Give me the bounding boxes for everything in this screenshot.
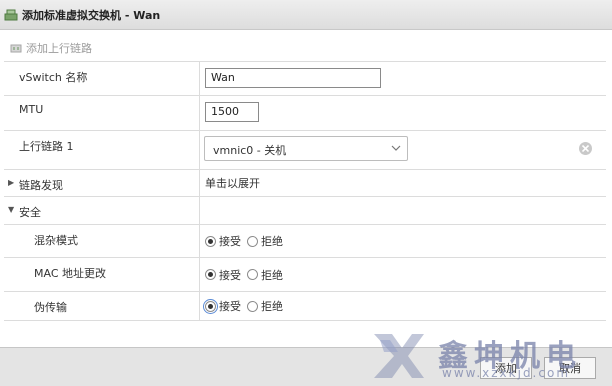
- row-label-cell: vSwitch 名称: [4, 62, 200, 95]
- radio-label: 接受: [219, 300, 241, 313]
- row-link-discovery[interactable]: ▶ 链路发现 单击以展开: [4, 170, 606, 197]
- row-value-cell: Wan: [200, 62, 606, 95]
- row-forged-transmits: 伪传输 接受 拒绝: [4, 292, 606, 321]
- row-label-cell: ▼ 安全: [4, 197, 200, 224]
- add-button[interactable]: 添加: [480, 357, 532, 379]
- radio-unchecked-icon[interactable]: [247, 235, 258, 247]
- radio-label: 拒绝: [261, 268, 283, 282]
- caret-down-icon[interactable]: ▼: [8, 205, 14, 214]
- row-mac-address-changes: MAC 地址更改 接受 拒绝: [4, 258, 606, 292]
- radio-label: 接受: [219, 235, 241, 248]
- vswitch-name-input[interactable]: Wan: [205, 68, 381, 88]
- uplink-1-select[interactable]: vmnic0 - 关机: [204, 136, 408, 161]
- row-value-cell: 接受 拒绝: [200, 292, 606, 320]
- row-value-cell: 单击以展开: [200, 170, 606, 196]
- cancel-button[interactable]: 取消: [544, 357, 596, 379]
- mac-changes-radio-group: 接受 拒绝: [205, 258, 289, 291]
- row-uplink-1: 上行链路 1 vmnic0 - 关机: [4, 131, 606, 170]
- radio-checked-icon[interactable]: [205, 269, 216, 280]
- promiscuous-mode-label: 混杂模式: [34, 234, 78, 247]
- uplink-1-selected-value: vmnic0 - 关机: [213, 144, 287, 157]
- add-uplink-button[interactable]: 添加上行链路: [0, 38, 92, 58]
- vswitch-name-label: vSwitch 名称: [19, 71, 88, 84]
- row-promiscuous-mode: 混杂模式 接受 拒绝: [4, 225, 606, 258]
- remove-uplink-button[interactable]: [579, 142, 592, 155]
- dialog-titlebar: 添加标准虚拟交换机 - Wan: [0, 0, 612, 30]
- radio-label: 拒绝: [261, 300, 283, 313]
- row-security[interactable]: ▼ 安全: [4, 197, 606, 225]
- row-value-cell: 1500: [200, 96, 606, 130]
- radio-checked-icon[interactable]: [205, 235, 216, 247]
- row-label-cell: 伪传输: [4, 292, 200, 320]
- network-adapter-icon: [10, 42, 22, 54]
- forged-transmits-radio-group: 接受 拒绝: [203, 292, 289, 320]
- mac-changes-reject-radio[interactable]: 拒绝: [247, 267, 283, 283]
- promiscuous-mode-radio-group: 接受 拒绝: [205, 225, 289, 257]
- radio-checked-icon[interactable]: [203, 298, 218, 314]
- radio-label: 接受: [219, 268, 241, 282]
- row-label-cell: MAC 地址更改: [4, 258, 200, 291]
- row-value-cell: 接受 拒绝: [200, 225, 606, 257]
- mtu-label: MTU: [19, 103, 44, 116]
- row-value-cell: 接受 拒绝: [200, 258, 606, 291]
- forged-transmits-label: 伪传输: [34, 301, 67, 314]
- row-label-cell: 混杂模式: [4, 225, 200, 257]
- row-value-cell: [200, 197, 606, 224]
- caret-right-icon[interactable]: ▶: [8, 178, 14, 187]
- row-vswitch-name: vSwitch 名称 Wan: [4, 62, 606, 96]
- radio-unchecked-icon[interactable]: [247, 269, 258, 280]
- add-uplink-label: 添加上行链路: [26, 42, 92, 55]
- promiscuous-reject-radio[interactable]: 拒绝: [247, 233, 283, 249]
- dialog-title: 添加标准虚拟交换机 - Wan: [22, 8, 161, 22]
- row-value-cell: vmnic0 - 关机: [200, 131, 606, 169]
- forged-transmits-reject-radio[interactable]: 拒绝: [247, 298, 283, 314]
- row-mtu: MTU 1500: [4, 96, 606, 131]
- dialog-footer: 添加 取消: [0, 347, 612, 386]
- promiscuous-accept-radio[interactable]: 接受: [205, 233, 241, 249]
- chevron-down-icon: [391, 143, 401, 153]
- mac-changes-accept-radio[interactable]: 接受: [205, 267, 241, 283]
- uplink-1-label: 上行链路 1: [19, 140, 74, 153]
- close-icon: [582, 145, 589, 152]
- link-discovery-expand-hint[interactable]: 单击以展开: [205, 175, 260, 191]
- forged-transmits-accept-radio[interactable]: 接受: [203, 298, 241, 314]
- mac-address-changes-label: MAC 地址更改: [34, 267, 106, 280]
- radio-unchecked-icon[interactable]: [247, 300, 258, 312]
- radio-label: 拒绝: [261, 235, 283, 248]
- switch-settings-table: vSwitch 名称 Wan MTU 1500 上行链路 1 vmnic0 - …: [4, 61, 606, 321]
- row-label-cell: MTU: [4, 96, 200, 130]
- security-label: 安全: [19, 206, 41, 219]
- link-discovery-label: 链路发现: [19, 179, 63, 192]
- mtu-input[interactable]: 1500: [205, 102, 259, 122]
- virtual-switch-icon: [4, 9, 18, 21]
- row-label-cell: ▶ 链路发现: [4, 170, 200, 196]
- row-label-cell: 上行链路 1: [4, 131, 200, 169]
